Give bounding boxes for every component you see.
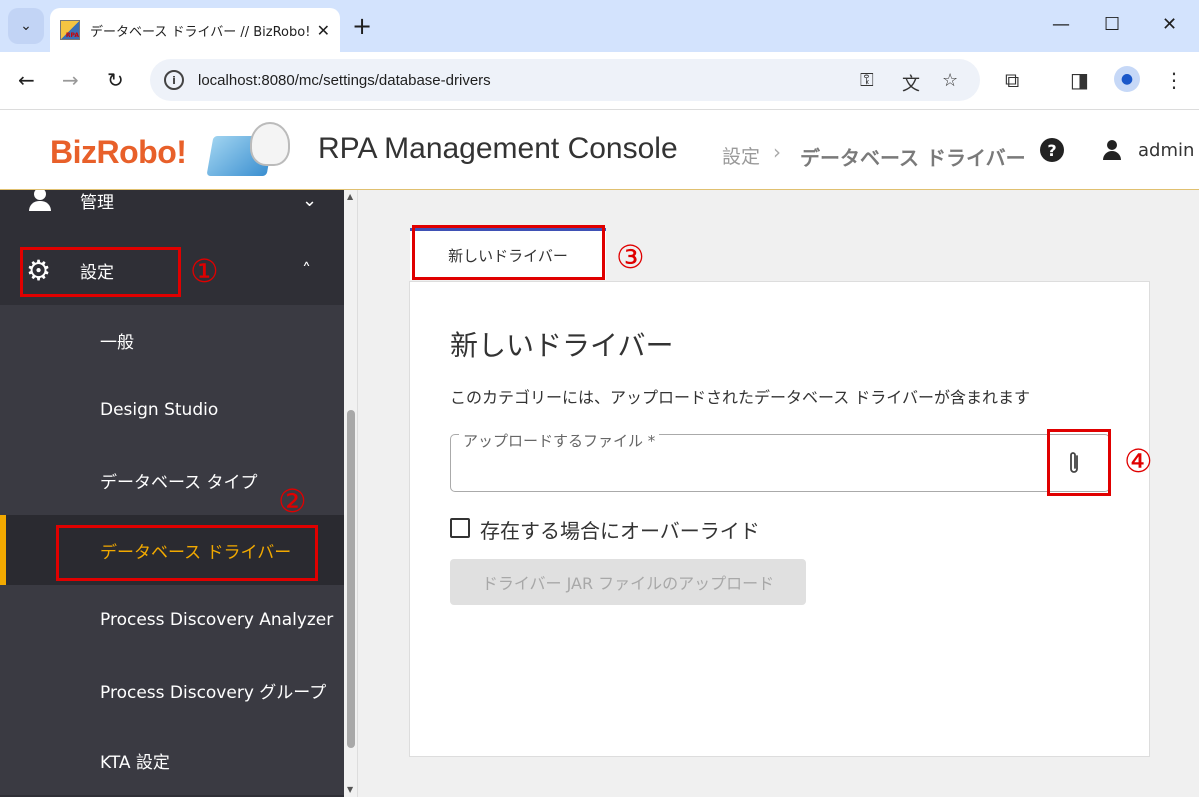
annotation-box-3 (412, 225, 605, 280)
card-title: 新しいドライバー (450, 329, 674, 362)
browser-toolbar: ← → ↻ i localhost:8080/mc/settings/datab… (0, 52, 1199, 110)
sidebar-item-admin[interactable]: 管理 ⌄ (0, 190, 344, 235)
forward-arrow-icon[interactable]: → (62, 68, 79, 92)
profile-avatar-icon[interactable]: ● (1114, 66, 1140, 92)
sidebar-subitem-design-studio[interactable]: Design Studio (0, 375, 344, 445)
annotation-number-2: ② (278, 482, 307, 520)
chevron-down-icon: ⌄ (20, 18, 32, 34)
menu-dots-icon[interactable]: ⋮ (1164, 68, 1184, 92)
new-tab-button[interactable]: + (352, 12, 372, 40)
tab-list-button[interactable]: ⌄ (8, 8, 44, 44)
bizrobo-favicon-icon: RPA (60, 20, 80, 40)
file-upload-label: アップロードするファイル * (459, 430, 660, 451)
username[interactable]: admin (1138, 140, 1194, 161)
minimize-icon[interactable]: — (1052, 14, 1070, 35)
url-text: localhost:8080/mc/settings/database-driv… (198, 71, 491, 89)
sidebar-subitem-process-discovery-analyzer[interactable]: Process Discovery Analyzer (0, 585, 344, 655)
annotation-box-1 (20, 247, 181, 297)
override-checkbox[interactable] (450, 518, 470, 538)
annotation-number-1: ① (190, 252, 219, 290)
user-icon[interactable] (1100, 138, 1124, 162)
site-info-icon[interactable]: i (164, 70, 184, 90)
chevron-up-icon: ˄ (302, 259, 311, 281)
tab-close-icon[interactable]: ✕ (317, 21, 330, 40)
scroll-up-arrow-icon[interactable]: ▲ (347, 192, 353, 201)
annotation-box-2 (56, 525, 318, 581)
address-bar[interactable]: i localhost:8080/mc/settings/database-dr… (150, 59, 980, 101)
sidebar-subitem-kta-settings[interactable]: KTA 設定 (0, 725, 344, 795)
back-arrow-icon[interactable]: ← (18, 68, 35, 92)
maximize-icon[interactable]: ☐ (1104, 14, 1120, 35)
sidebar-subitem-process-discovery-group[interactable]: Process Discovery グループ (0, 655, 344, 725)
bizrobo-logo: BizRobo! (50, 122, 295, 180)
breadcrumb-separator-icon: › (773, 140, 781, 164)
sidebar-item-label: 管理 (80, 192, 114, 213)
app-header: BizRobo! RPA Management Console 設定 › データ… (0, 110, 1199, 190)
key-icon[interactable]: ⚿ (860, 70, 874, 91)
browser-tab-bar: ⌄ RPA データベース ドライバー // BizRobo! M ✕ + — ☐… (0, 0, 1199, 52)
annotation-number-4: ④ (1124, 442, 1153, 480)
translate-icon[interactable]: 文 (902, 70, 920, 96)
upload-jar-button[interactable]: ドライバー JAR ファイルのアップロード (450, 559, 806, 605)
annotation-number-3: ③ (616, 238, 645, 276)
tab-title: データベース ドライバー // BizRobo! M (90, 24, 310, 40)
override-checkbox-label[interactable]: 存在する場合にオーバーライド (480, 515, 760, 544)
app-title: RPA Management Console (318, 132, 678, 165)
side-panel-icon[interactable]: ◨ (1070, 68, 1089, 92)
breadcrumb-current: データベース ドライバー (800, 146, 1026, 170)
extensions-icon[interactable]: ⧉ (1005, 68, 1019, 92)
scroll-down-arrow-icon[interactable]: ▼ (347, 785, 353, 794)
chevron-down-icon: ⌄ (302, 190, 318, 211)
breadcrumb-settings[interactable]: 設定 (722, 142, 760, 169)
window-close-icon[interactable]: ✕ (1162, 14, 1177, 35)
card-description: このカテゴリーには、アップロードされたデータベース ドライバーが含まれます (450, 388, 1030, 407)
help-icon[interactable]: ? (1040, 138, 1064, 162)
sidebar-scroll-thumb[interactable] (347, 410, 355, 748)
star-icon[interactable]: ☆ (942, 70, 958, 91)
reload-icon[interactable]: ↻ (107, 68, 124, 92)
browser-tab[interactable]: RPA データベース ドライバー // BizRobo! M ✕ (50, 8, 340, 52)
person-icon (28, 190, 52, 212)
active-indicator (0, 515, 6, 585)
sidebar-subitem-general[interactable]: 一般 (0, 305, 344, 375)
logo-robot-graphic (250, 122, 290, 166)
annotation-box-4 (1047, 429, 1111, 496)
